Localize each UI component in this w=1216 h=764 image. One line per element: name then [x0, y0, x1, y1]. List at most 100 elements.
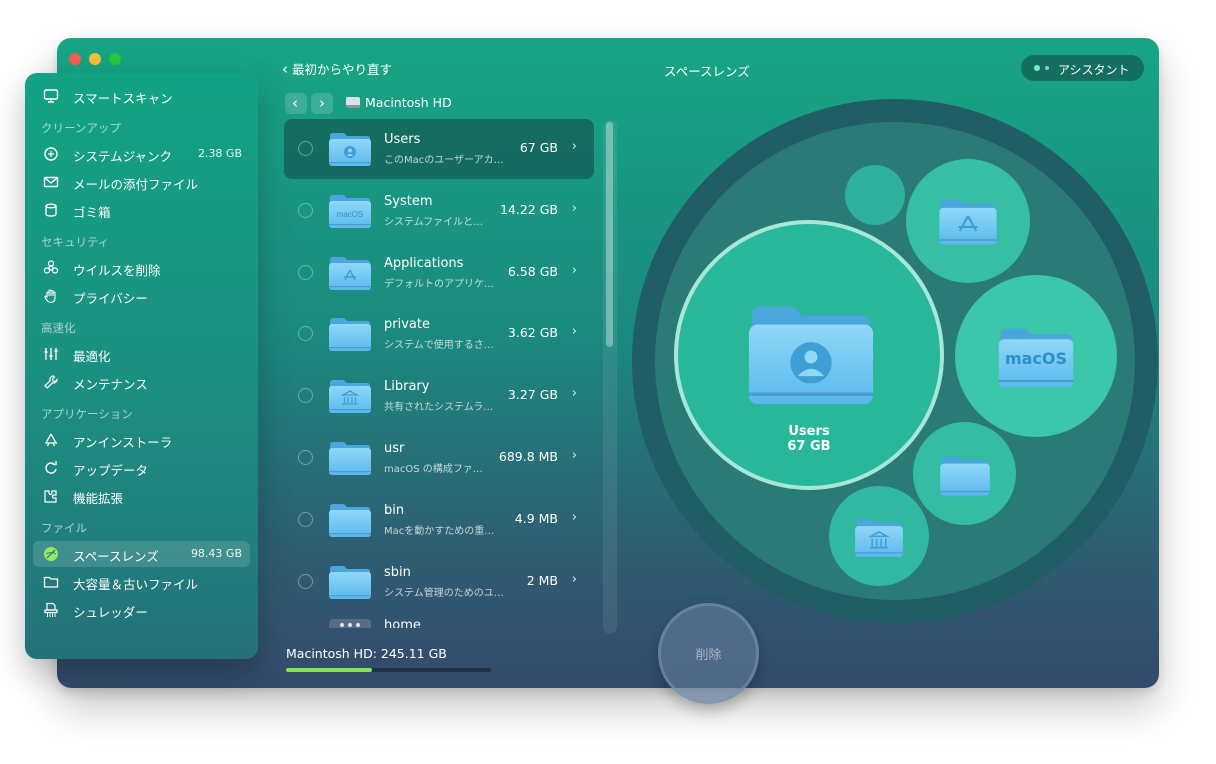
bubble-applications[interactable] — [906, 159, 1030, 283]
sidebar-item-privacy[interactable]: プライバシー — [33, 283, 250, 309]
bubble-library[interactable] — [829, 486, 929, 586]
row-size: 689.8 MB — [498, 449, 558, 464]
sidebar-item-label: ウイルスを削除 — [73, 263, 161, 278]
row-size: 2 MB — [526, 572, 558, 588]
file-list-row[interactable]: sbin システム管理のためのユー… 2 MB › — [284, 552, 594, 612]
bubble-users-size: 67 GB — [787, 439, 831, 454]
row-size: 3.27 GB — [507, 387, 558, 403]
sidebar-item-label: アンインストーラ — [73, 435, 173, 450]
row-checkbox[interactable] — [298, 264, 313, 280]
nav-back-button[interactable]: ‹ — [285, 93, 307, 114]
chevron-right-icon[interactable]: › — [572, 201, 577, 216]
page-title: スペースレンズ — [664, 64, 750, 79]
sidebar-item-label: メールの添付ファイル — [73, 177, 199, 192]
file-list-row[interactable]: Library 共有されたシステムラ… 3.27 GB › — [284, 366, 594, 426]
chevron-left-icon: ‹ — [292, 94, 298, 112]
row-description: このMacのユーザーアカ… — [384, 155, 504, 166]
assistant-button[interactable]: アシスタント — [1021, 55, 1144, 81]
sidebar-item-label: プライバシー — [73, 291, 148, 306]
bubble-users[interactable]: Users 67 GB — [674, 220, 944, 490]
row-checkbox[interactable] — [298, 388, 313, 404]
svg-text:macOS: macOS — [337, 210, 364, 219]
row-checkbox[interactable] — [298, 202, 313, 218]
file-list-row[interactable]: usr macOS の構成ファ… 689.8 MB › — [284, 428, 594, 488]
sidebar-item-trash[interactable]: ゴミ箱 — [33, 197, 250, 223]
chevron-right-icon[interactable]: › — [572, 324, 577, 339]
sidebar-item-label: メンテナンス — [73, 377, 148, 392]
row-name: bin — [384, 502, 405, 518]
updater-icon — [45, 461, 57, 474]
sidebar-item-system-junk[interactable]: システムジャンク 2.38 GB — [33, 141, 250, 167]
sidebar-item-label: スペースレンズ — [73, 549, 159, 564]
row-checkbox[interactable] — [298, 326, 313, 342]
row-size: 6.58 GB — [507, 263, 558, 279]
sidebar-item-label: アップデータ — [73, 463, 149, 478]
sidebar-item-updater[interactable]: アップデータ — [33, 455, 250, 481]
file-list-scrollbar[interactable] — [603, 120, 617, 634]
trash-icon — [45, 203, 57, 217]
sidebar-item-malware-removal[interactable]: ウイルスを削除 — [33, 255, 250, 281]
sidebar-item-space-lens[interactable]: スペースレンズ 98.43 GB — [33, 541, 250, 567]
chevron-right-icon[interactable]: › — [572, 263, 577, 278]
start-over-label: 最初からやり直す — [292, 62, 393, 77]
assistant-dot-icon — [1034, 65, 1040, 71]
sidebar-item-extensions[interactable]: 機能拡張 — [33, 483, 250, 509]
sidebar-item-smart-scan[interactable]: スマートスキャン — [33, 83, 250, 109]
sidebar-item-maintenance[interactable]: メンテナンス — [33, 369, 250, 395]
chevron-right-icon[interactable]: › — [572, 386, 577, 401]
file-list-row[interactable]: Users このMacのユーザーアカ… 67 GB › — [284, 119, 594, 179]
row-description: 共有されたシステムラ… — [384, 402, 494, 414]
sidebar-item-label: ゴミ箱 — [73, 205, 111, 220]
row-checkbox[interactable] — [298, 141, 313, 156]
row-checkbox[interactable] — [298, 511, 313, 527]
assistant-dot-icon — [1045, 66, 1049, 70]
chevron-right-icon[interactable]: › — [572, 510, 577, 525]
folder-icon — [328, 131, 372, 167]
close-window-button[interactable] — [69, 53, 81, 65]
delete-label: 削除 — [695, 648, 722, 663]
chevron-right-icon[interactable]: › — [572, 448, 577, 463]
row-size: 3.62 GB — [507, 325, 558, 341]
sidebar-item-optimization[interactable]: 最適化 — [33, 341, 250, 367]
file-list-row[interactable]: Applications デフォルトのアプリケ… 6.58 GB › — [284, 243, 594, 303]
row-name: System — [384, 193, 433, 209]
section-header-applications: アプリケーション — [41, 407, 133, 421]
chevron-right-icon: › — [319, 94, 325, 112]
file-list-row[interactable]: home — [284, 613, 594, 629]
assistant-label: アシスタント — [1058, 63, 1130, 77]
section-header-files: ファイル — [41, 521, 87, 535]
bubble-small-empty[interactable] — [845, 165, 905, 225]
section-header-speed: 高速化 — [41, 321, 76, 335]
minimize-window-button[interactable] — [89, 53, 101, 65]
folder-icon — [328, 378, 372, 414]
file-list-row[interactable]: bin Macを動かすための重… 4.9 MB › — [284, 490, 594, 550]
sidebar-item-shredder[interactable]: シュレッダー — [33, 597, 250, 623]
section-header-security: セキュリティ — [41, 235, 110, 249]
row-checkbox[interactable] — [298, 573, 313, 589]
disk-usage-bar — [286, 668, 491, 672]
sidebar-item-mail-attachments[interactable]: メールの添付ファイル — [33, 169, 250, 195]
row-name: Applications — [384, 255, 464, 271]
sidebar-item-label: 最適化 — [73, 349, 111, 364]
applications-folder-icon — [938, 197, 998, 246]
sidebar-item-large-old-files[interactable]: 大容量＆古いファイル — [33, 569, 250, 595]
location-label: Macintosh HD — [365, 95, 452, 110]
sidebar-item-label: 機能拡張 — [73, 491, 124, 506]
scrollbar-thumb[interactable] — [606, 122, 613, 347]
start-over-button[interactable]: ‹ 最初からやり直す — [282, 59, 392, 78]
file-list-row[interactable]: macOS System システムファイルと… 14.22 GB › — [284, 181, 594, 241]
shredder-icon — [44, 602, 58, 617]
row-checkbox[interactable] — [298, 450, 313, 465]
hard-drive-icon — [346, 97, 360, 108]
zoom-window-button[interactable] — [109, 53, 121, 65]
bubble-private[interactable] — [913, 422, 1016, 525]
nav-forward-button[interactable]: › — [311, 93, 333, 114]
delete-button[interactable]: 削除 — [658, 603, 759, 704]
chevron-right-icon[interactable]: › — [572, 572, 577, 587]
file-list-row[interactable]: private システムで使用するさ… 3.62 GB › — [284, 304, 594, 364]
folder-icon: macOS — [328, 193, 372, 229]
sidebar-item-uninstaller[interactable]: アンインストーラ — [33, 427, 250, 453]
folder-icon — [329, 619, 371, 629]
chevron-right-icon[interactable]: › — [572, 139, 577, 154]
bubble-system[interactable]: macOS — [955, 275, 1117, 437]
